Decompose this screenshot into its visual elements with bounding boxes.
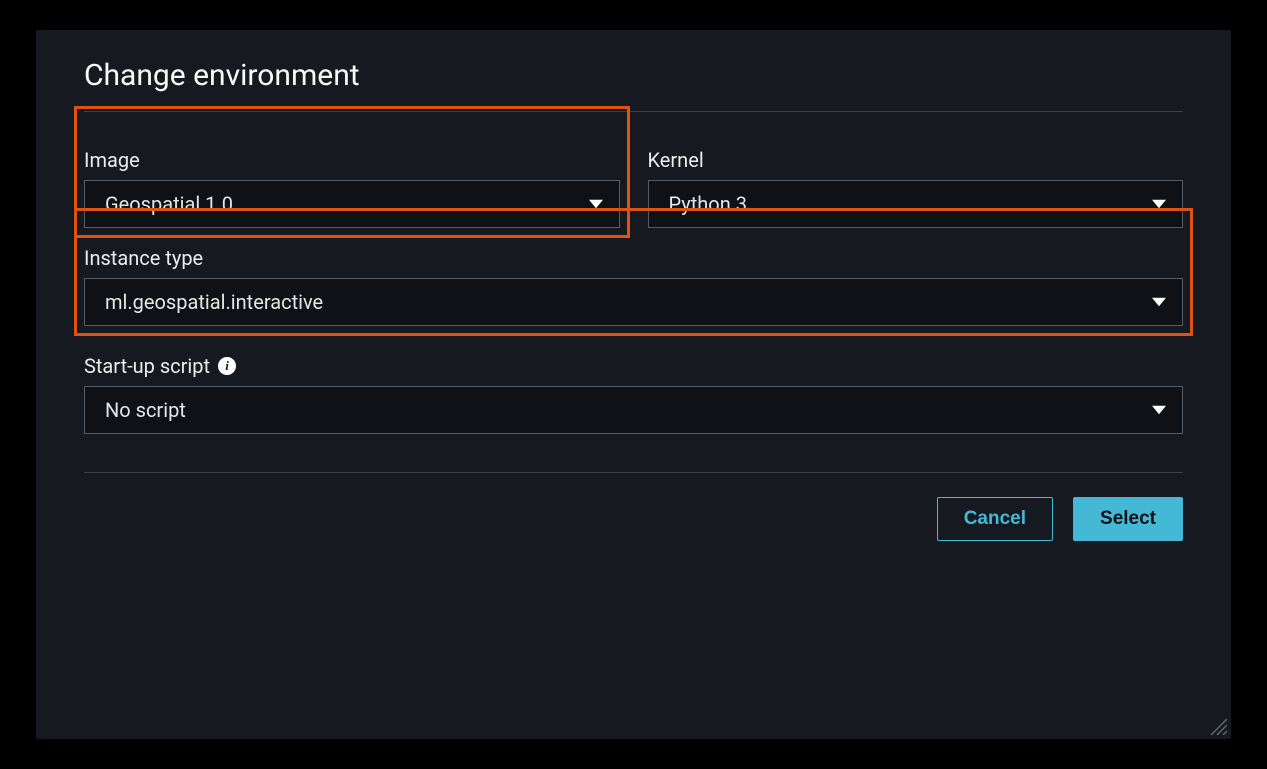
instance-type-select[interactable]: ml.geospatial.interactive	[84, 278, 1183, 326]
kernel-select[interactable]: Python 3	[648, 180, 1184, 228]
chevron-down-icon	[1152, 290, 1166, 314]
resize-handle-icon[interactable]	[1207, 715, 1227, 735]
image-field: Image Geospatial 1.0	[84, 148, 620, 228]
startup-script-label-text: Start-up script	[84, 354, 210, 378]
top-row: Image Geospatial 1.0 Kernel Python 3	[84, 148, 1183, 228]
kernel-field: Kernel Python 3	[648, 148, 1184, 228]
chevron-down-icon	[1152, 398, 1166, 422]
instance-row: Instance type ml.geospatial.interactive	[84, 246, 1183, 326]
dialog-title: Change environment	[84, 58, 1183, 93]
dialog-body: Image Geospatial 1.0 Kernel Python 3	[36, 112, 1231, 472]
dialog-header: Change environment	[36, 30, 1231, 111]
startup-script-field: Start-up script i No script	[84, 354, 1183, 434]
startup-script-label: Start-up script i	[84, 354, 1183, 378]
change-environment-dialog: Change environment Image Geospatial 1.0 …	[36, 30, 1231, 739]
dialog-footer: Cancel Select	[36, 473, 1231, 577]
startup-script-select[interactable]: No script	[84, 386, 1183, 434]
cancel-button[interactable]: Cancel	[937, 497, 1053, 541]
kernel-select-value: Python 3	[669, 192, 747, 216]
image-select[interactable]: Geospatial 1.0	[84, 180, 620, 228]
select-button[interactable]: Select	[1073, 497, 1183, 541]
image-label: Image	[84, 148, 620, 172]
chevron-down-icon	[589, 192, 603, 216]
info-icon[interactable]: i	[218, 357, 236, 375]
instance-type-field: Instance type ml.geospatial.interactive	[84, 246, 1183, 326]
kernel-label: Kernel	[648, 148, 1184, 172]
instance-type-label: Instance type	[84, 246, 1183, 270]
image-select-value: Geospatial 1.0	[105, 192, 233, 216]
startup-script-select-value: No script	[105, 398, 186, 422]
instance-type-select-value: ml.geospatial.interactive	[105, 290, 323, 314]
chevron-down-icon	[1152, 192, 1166, 216]
script-row: Start-up script i No script	[84, 354, 1183, 434]
